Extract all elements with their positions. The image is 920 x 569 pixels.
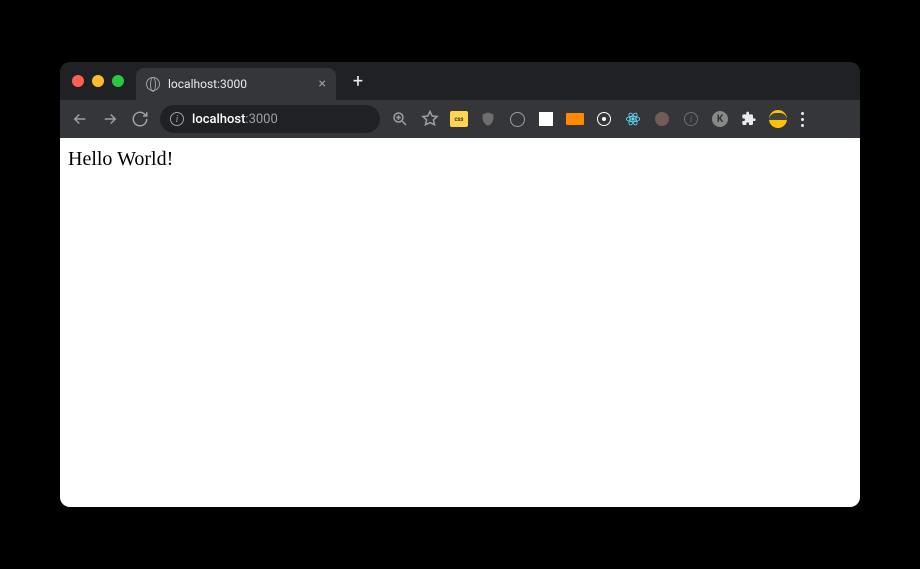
page-viewport: Hello World!	[60, 138, 860, 507]
extension-shield-icon[interactable]	[479, 110, 497, 128]
window-maximize-button[interactable]	[112, 75, 124, 87]
browser-menu-button[interactable]	[797, 112, 808, 127]
globe-icon	[146, 77, 160, 91]
url-text: localhost:3000	[192, 112, 278, 127]
close-icon[interactable]: ×	[319, 77, 326, 91]
url-host: localhost	[192, 112, 245, 127]
extension-circle-icon[interactable]	[508, 110, 526, 128]
extension-css-icon[interactable]: css	[450, 111, 468, 127]
bookmark-star-icon[interactable]	[420, 109, 440, 129]
extension-square-icon[interactable]	[537, 110, 555, 128]
zoom-icon[interactable]	[390, 109, 410, 129]
tab-strip: localhost:3000 × +	[60, 62, 860, 100]
extension-brown-icon[interactable]	[653, 110, 671, 128]
window-controls	[72, 75, 124, 87]
tab-title: localhost:3000	[168, 77, 311, 91]
window-close-button[interactable]	[72, 75, 84, 87]
extension-target-icon[interactable]	[595, 110, 613, 128]
page-body-text: Hello World!	[68, 148, 852, 171]
back-button[interactable]	[70, 109, 90, 129]
address-bar[interactable]: i localhost:3000	[160, 105, 380, 133]
reload-button[interactable]	[130, 109, 150, 129]
url-port: :3000	[245, 112, 277, 127]
browser-window: localhost:3000 × + i localhost:3000 css	[60, 62, 860, 507]
toolbar: i localhost:3000 css i K	[60, 100, 860, 138]
window-minimize-button[interactable]	[92, 75, 104, 87]
extension-face-icon[interactable]	[769, 110, 787, 128]
extensions-row: css i K	[450, 110, 787, 128]
extension-orange-icon[interactable]	[566, 110, 584, 128]
extension-info-icon[interactable]: i	[682, 110, 700, 128]
new-tab-button[interactable]: +	[346, 71, 370, 92]
browser-tab[interactable]: localhost:3000 ×	[136, 68, 336, 100]
extension-k-icon[interactable]: K	[711, 110, 729, 128]
site-info-icon[interactable]: i	[170, 112, 184, 126]
extension-react-icon[interactable]	[624, 110, 642, 128]
extensions-menu-icon[interactable]	[740, 110, 758, 128]
forward-button[interactable]	[100, 109, 120, 129]
